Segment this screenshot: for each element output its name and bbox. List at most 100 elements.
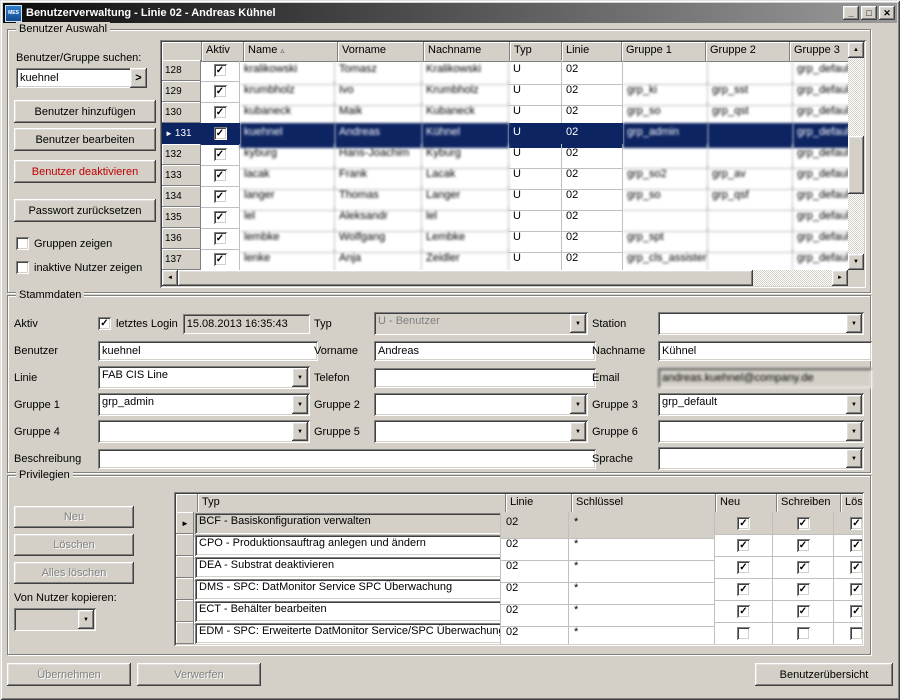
row-header-135[interactable]: 135 [162,207,201,228]
neu-checkbox[interactable] [737,583,750,596]
titlebar[interactable]: MES Benutzerverwaltung - Linie 02 - Andr… [3,3,897,23]
scroll-right-icon[interactable]: ► [832,270,848,286]
priv-new-button[interactable]: Neu [14,506,134,528]
aktiv-checkbox[interactable] [214,85,227,98]
priv-type-select[interactable]: BCF - Basiskonfiguration verwalten▼ [195,513,501,534]
priv-row-4[interactable]: DMS - SPC: DatMonitor Service SPC Überwa… [176,578,862,600]
priv-col-header-schlüssel[interactable]: Schlüssel [572,494,716,514]
aktiv-checkbox[interactable] [214,253,227,266]
priv-row-5[interactable]: ECT - Behälter bearbeiten▼02* [176,600,862,622]
priv-col-header-linie[interactable]: Linie [506,494,572,514]
priv-row-6[interactable]: EDM - SPC: Erweiterte DatMonitor Service… [176,622,862,644]
user-col-header-gruppe-2[interactable]: Gruppe 2 [706,42,790,62]
priv-col-header-typ[interactable]: Typ [198,494,506,514]
chevron-down-icon[interactable]: ▼ [292,422,308,441]
scrollbar-thumb[interactable] [848,136,864,194]
aktiv-checkbox[interactable] [214,64,227,77]
row-header-131[interactable]: ►131 [162,123,201,144]
user-cell-gruppe1[interactable]: grp_cls_assisten [623,249,708,270]
priv-col-header-corner[interactable] [176,494,198,514]
user-row-131[interactable]: ►131kuehnelAndreasKühnelU02grp_admingrp_… [162,123,848,144]
user-col-header-corner[interactable] [162,42,202,62]
loeschen-checkbox[interactable] [850,605,862,618]
priv-row-selector[interactable] [176,622,194,644]
user-col-header-typ[interactable]: Typ [510,42,562,62]
schreiben-checkbox[interactable] [797,627,810,640]
loeschen-checkbox[interactable] [850,517,862,530]
priv-col-header-schreiben[interactable]: Schreiben [777,494,841,514]
row-header-133[interactable]: 133 [162,165,201,186]
chevron-down-icon[interactable]: ▼ [570,314,586,333]
aktiv-checkbox[interactable] [214,127,227,140]
scroll-down-icon[interactable]: ▼ [848,254,864,270]
row-header-130[interactable]: 130 [162,102,201,123]
user-row-136[interactable]: 136lembkeWolfgangLembkeU02grp_sptgrp_def… [162,228,848,249]
gruppe3-select[interactable]: grp_default▼ [658,393,864,416]
user-row-128[interactable]: 128kralikowskiTomaszKralikowskiU02grp_de… [162,60,848,81]
priv-type-select[interactable]: EDM - SPC: Erweiterte DatMonitor Service… [195,623,501,644]
close-button[interactable]: ✕ [879,6,895,20]
scroll-up-icon[interactable]: ▲ [848,42,864,58]
user-cell-linie[interactable]: 02 [562,249,623,270]
aktiv-checkbox[interactable] [214,211,227,224]
row-header-129[interactable]: 129 [162,81,201,102]
nachname-field[interactable] [658,341,872,361]
priv-cell-linie[interactable]: 02 [501,622,569,644]
priv-row-selector[interactable] [176,534,194,556]
priv-col-header-neu[interactable]: Neu [716,494,777,514]
station-select[interactable]: ▼ [658,312,864,335]
horizontal-scrollbar[interactable]: ◄ ► [162,270,848,286]
schreiben-checkbox[interactable] [797,561,810,574]
row-header-134[interactable]: 134 [162,186,201,207]
user-row-137[interactable]: 137lenkeAnjaZeidlerU02grp_cls_assistengr… [162,249,848,270]
loeschen-checkbox[interactable] [850,583,862,596]
priv-type-select[interactable]: DEA - Substrat deaktivieren▼ [195,557,501,578]
priv-row-selector[interactable] [176,556,194,578]
priv-type-select[interactable]: DMS - SPC: DatMonitor Service SPC Überwa… [195,579,501,600]
neu-checkbox[interactable] [737,561,750,574]
chevron-down-icon[interactable]: ▼ [846,449,862,468]
user-row-132[interactable]: 132kyburgHans-JoachimKyburgU02grp_defaul… [162,144,848,165]
row-header-137[interactable]: 137 [162,249,201,270]
beschreibung-field[interactable] [98,449,596,469]
priv-row-3[interactable]: DEA - Substrat deaktivieren▼02* [176,556,862,578]
user-cell-nachname[interactable]: Zeidler [422,249,509,270]
neu-checkbox[interactable] [737,539,750,552]
aktiv-checkbox[interactable] [214,169,227,182]
user-cell-vorname[interactable]: Anja [335,249,422,270]
priv-delete-button[interactable]: Löschen [14,534,134,556]
priv-col-header-löschen[interactable]: Löschen [841,494,862,514]
maximize-button[interactable]: □ [861,6,877,20]
show-groups-checkbox[interactable] [16,237,29,250]
discard-button[interactable]: Verwerfen [137,663,261,686]
sprache-select[interactable]: ▼ [658,447,864,470]
add-user-button[interactable]: Benutzer hinzufügen [14,100,156,123]
user-cell-typ[interactable]: U [509,249,562,270]
user-col-header-aktiv[interactable]: Aktiv [202,42,244,62]
chevron-down-icon[interactable]: ▼ [570,395,586,414]
loeschen-checkbox[interactable] [850,561,862,574]
loeschen-checkbox[interactable] [850,539,862,552]
aktiv-checkbox[interactable] [214,148,227,161]
gruppe6-select[interactable]: ▼ [658,420,864,443]
neu-checkbox[interactable] [737,517,750,530]
aktiv-checkbox[interactable] [214,190,227,203]
chevron-down-icon[interactable]: ▼ [846,314,862,333]
gruppe2-select[interactable]: ▼ [374,393,588,416]
priv-row-selector[interactable] [176,600,194,622]
priv-row-selector[interactable]: ► [176,512,194,534]
user-row-134[interactable]: 134langerThomasLangerU02grp_sogrp_qsfgrp… [162,186,848,207]
chevron-down-icon[interactable]: ▼ [78,610,94,629]
user-row-130[interactable]: 130kubaneckMaikKubaneckU02grp_sogrp_qstg… [162,102,848,123]
show-groups-row[interactable]: Gruppen zeigen [16,237,112,250]
neu-checkbox[interactable] [737,627,750,640]
schreiben-checkbox[interactable] [797,583,810,596]
edit-user-button[interactable]: Benutzer bearbeiten [14,128,156,151]
deactivate-user-button[interactable]: Benutzer deaktivieren [14,160,156,183]
user-cell-name[interactable]: lenke [240,249,335,270]
user-col-header-gruppe-1[interactable]: Gruppe 1 [622,42,706,62]
user-col-header-name[interactable]: Name▵ [244,42,338,62]
user-overview-button[interactable]: Benutzerübersicht [755,663,893,686]
schreiben-checkbox[interactable] [797,517,810,530]
priv-row-2[interactable]: CPO - Produktionsauftrag anlegen und änd… [176,534,862,556]
